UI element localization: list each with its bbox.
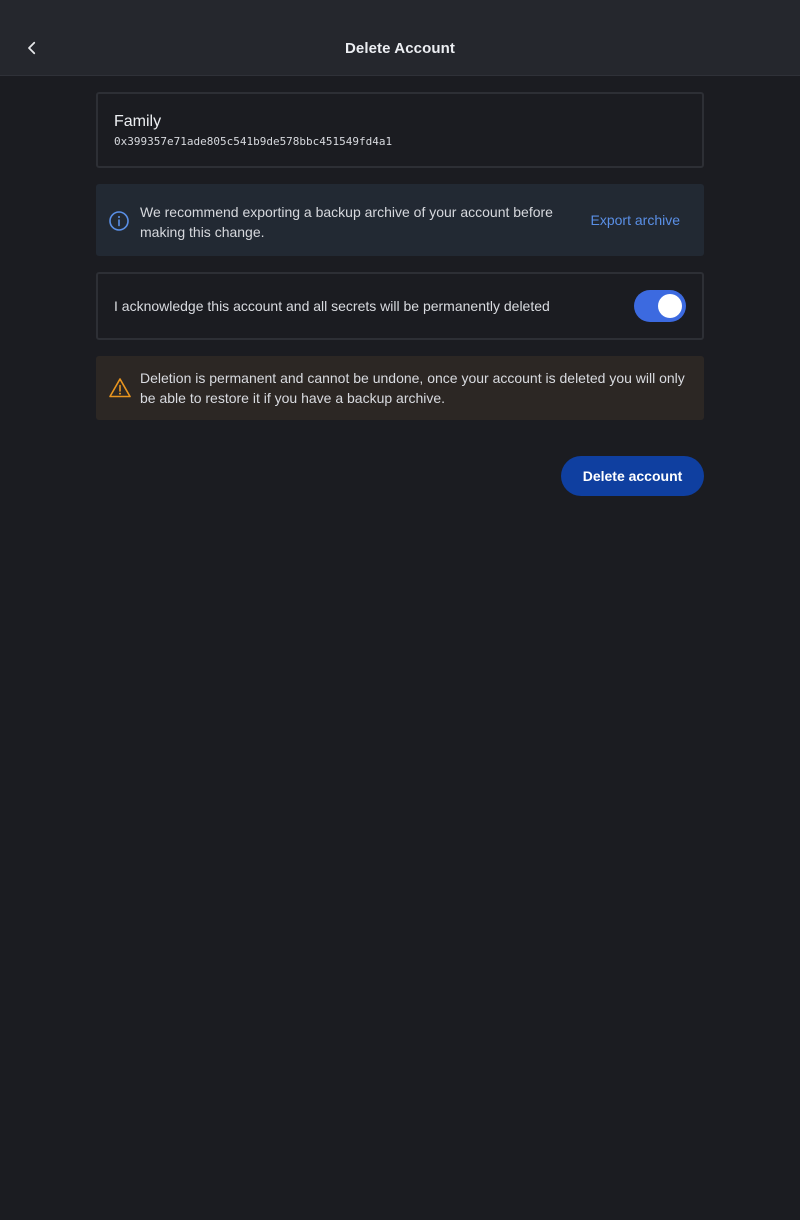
page-title: Delete Account (344, 40, 456, 57)
actions-row: Delete account (96, 456, 704, 496)
account-name: Family (114, 113, 162, 130)
warning-icon (108, 376, 132, 400)
export-archive-link[interactable]: Export archive (591, 212, 680, 228)
acknowledge-toggle[interactable] (634, 290, 686, 322)
app-bar: Delete Account (0, 0, 800, 76)
warning-banner: Deletion is permanent and cannot be undo… (96, 356, 704, 420)
warning-banner-text: Deletion is permanent and cannot be undo… (140, 370, 685, 406)
info-banner: We recommend exporting a backup archive … (96, 184, 704, 256)
toggle-knob (658, 294, 682, 318)
account-address: 0x399357e71ade805c541b9de578bbc451549fd4… (114, 135, 393, 148)
account-card: Family 0x399357e71ade805c541b9de578bbc45… (96, 92, 704, 168)
acknowledge-label: I acknowledge this account and all secre… (114, 298, 550, 314)
main-content: Family 0x399357e71ade805c541b9de578bbc45… (96, 92, 704, 496)
info-banner-text: We recommend exporting a backup archive … (140, 204, 553, 240)
acknowledge-card: I acknowledge this account and all secre… (96, 272, 704, 340)
info-icon (108, 210, 130, 232)
delete-account-button[interactable]: Delete account (561, 456, 704, 496)
